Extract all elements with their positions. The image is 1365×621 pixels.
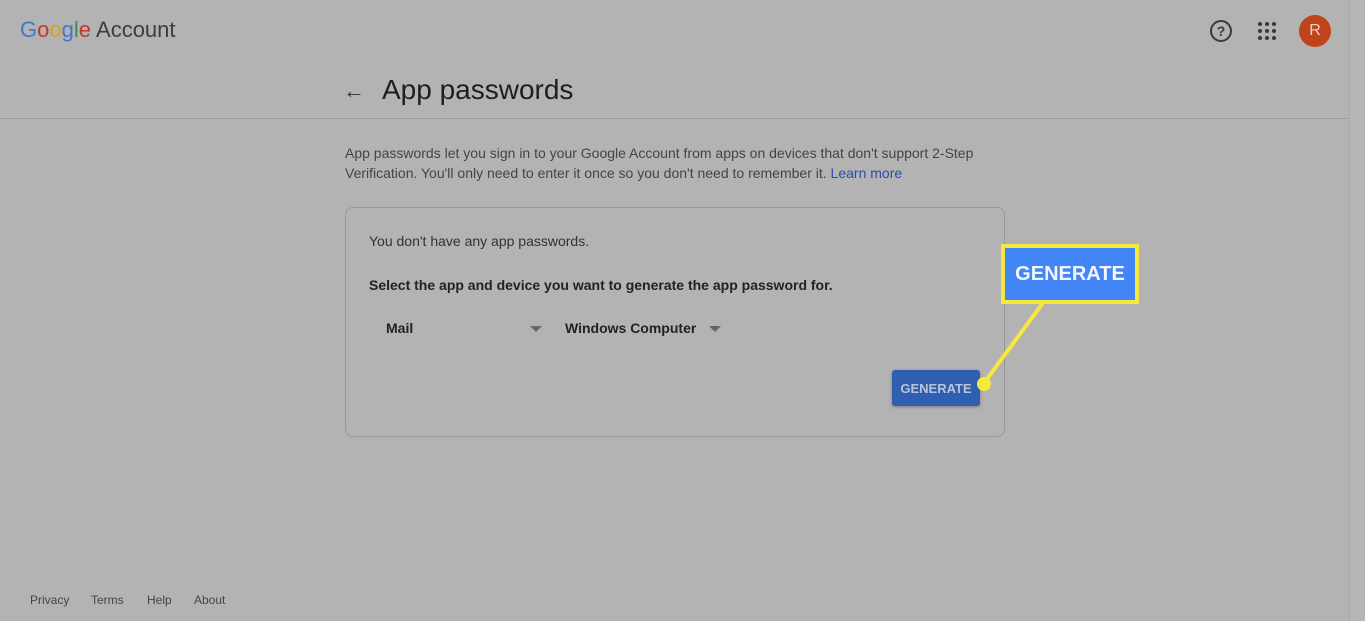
footer-about-link[interactable]: About — [194, 593, 225, 607]
footer-terms-link[interactable]: Terms — [91, 593, 124, 607]
google-wordmark: Google — [20, 17, 92, 42]
arrow-left-icon[interactable]: ← — [343, 78, 365, 104]
app-select[interactable]: Mail — [386, 320, 413, 336]
avatar[interactable]: R — [1299, 15, 1331, 47]
chevron-down-icon[interactable] — [709, 326, 721, 332]
device-select[interactable]: Windows Computer — [565, 320, 696, 336]
learn-more-link[interactable]: Learn more — [831, 165, 903, 181]
header-divider — [0, 118, 1349, 119]
generate-button[interactable]: GENERATE — [892, 370, 980, 406]
google-account-logo[interactable]: Google Account — [20, 17, 176, 43]
footer-help-link[interactable]: Help — [147, 593, 172, 607]
instruction-text: Select the app and device you want to ge… — [369, 277, 833, 293]
page-title: App passwords — [382, 74, 574, 105]
page-description: App passwords let you sign in to your Go… — [345, 143, 1005, 183]
scrollbar[interactable] — [1349, 0, 1365, 621]
logo-account-text: Account — [96, 17, 176, 42]
generate-callout: GENERATE — [1001, 244, 1139, 304]
footer-privacy-link[interactable]: Privacy — [30, 593, 69, 607]
help-icon[interactable]: ? — [1210, 20, 1232, 42]
apps-grid-icon[interactable] — [1258, 22, 1276, 40]
empty-message: You don't have any app passwords. — [369, 233, 590, 249]
chevron-down-icon[interactable] — [530, 326, 542, 332]
